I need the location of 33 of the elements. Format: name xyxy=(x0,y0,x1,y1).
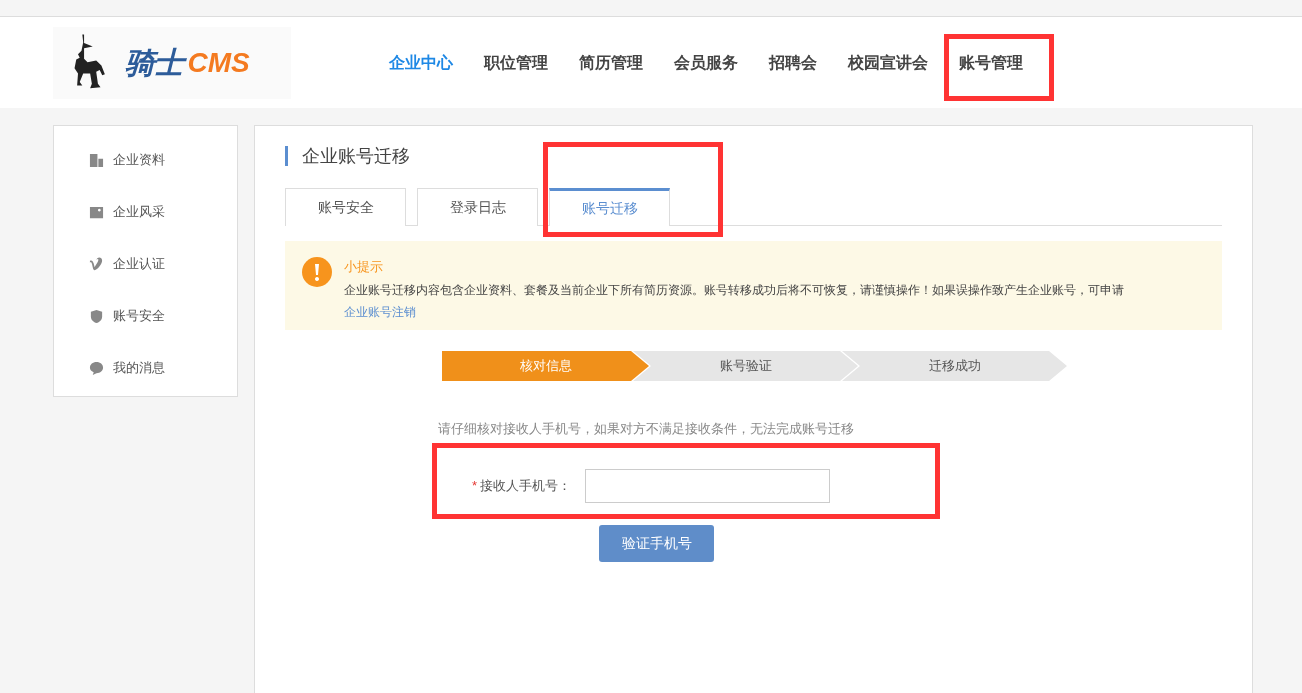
sidebar-item[interactable]: 我的消息 xyxy=(89,359,237,377)
warning-icon xyxy=(302,257,332,287)
tab[interactable]: 登录日志 xyxy=(417,188,538,226)
nav-link[interactable]: 简历管理 xyxy=(579,50,643,75)
sidebar-item[interactable]: 企业认证 xyxy=(89,255,237,273)
nav-link[interactable]: 账号管理 xyxy=(959,50,1023,75)
logo[interactable]: 骑士CMS xyxy=(53,26,291,99)
nav-link[interactable]: 职位管理 xyxy=(484,50,548,75)
sidebar-item[interactable]: 企业资料 xyxy=(89,151,237,169)
shield-icon xyxy=(89,308,104,324)
notice-text: 企业账号迁移内容包含企业资料、套餐及当前企业下所有简历资源。账号转移成功后将不可恢复，请谨慎操作！如果误操作致产生企业账号，可申请 企业账号注销 xyxy=(344,281,1125,321)
sidebar-item[interactable]: 账号安全 xyxy=(89,307,237,325)
tab[interactable]: 账号安全 xyxy=(285,188,406,226)
required-mark: * xyxy=(471,476,477,495)
step: 迁移成功 xyxy=(842,351,1067,381)
step: 核对信息 xyxy=(442,351,649,381)
hint-text: 请仔细核对接收人手机号，如果对方不满足接收条件，无法完成账号迁移 xyxy=(438,420,855,438)
tab[interactable]: 账号迁移 xyxy=(549,188,670,226)
nav-link[interactable]: 招聘会 xyxy=(769,50,817,75)
chat-icon xyxy=(89,360,104,376)
logo-accent-text: CMS xyxy=(187,45,250,80)
image-icon xyxy=(89,204,104,220)
page-title: 企业账号迁移 xyxy=(285,146,1222,166)
sidebar-item[interactable]: 企业风采 xyxy=(89,203,237,221)
nav-link[interactable]: 企业中心 xyxy=(389,50,453,75)
v-icon xyxy=(89,256,104,272)
nav-link[interactable]: 会员服务 xyxy=(674,50,738,75)
field-label: 接收人手机号： xyxy=(480,476,571,495)
nav-link[interactable]: 校园宣讲会 xyxy=(848,50,928,75)
notice-title: 小提示 xyxy=(344,258,384,276)
phone-input[interactable] xyxy=(585,468,830,503)
building-icon xyxy=(89,152,104,168)
step: 账号验证 xyxy=(633,351,858,381)
